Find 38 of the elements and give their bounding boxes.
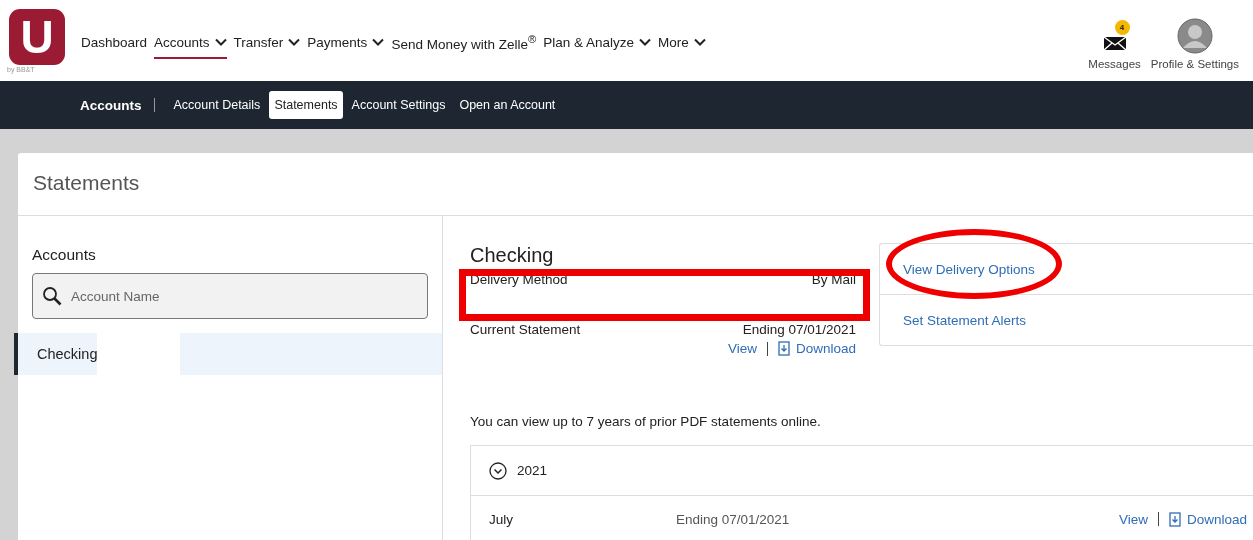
detail-value: Ending 07/01/2021 (742, 322, 856, 337)
avatar-icon (1176, 18, 1213, 54)
statement-month: July (489, 511, 514, 527)
subnav-tab[interactable]: Account Details (168, 91, 266, 119)
search-icon (42, 286, 62, 306)
logo[interactable]: U (9, 9, 65, 65)
download-icon (1168, 511, 1181, 527)
account-title: Checking (470, 244, 555, 267)
page-title: Statements (18, 153, 1253, 216)
profile-button[interactable]: Profile & Settings (1150, 18, 1239, 70)
nav-link[interactable]: Accounts (154, 33, 227, 59)
nav-link[interactable]: Dashboard (81, 33, 148, 59)
view-link[interactable]: View (1118, 511, 1148, 527)
download-link[interactable]: Download (777, 341, 856, 356)
download-link[interactable]: Download (1168, 511, 1247, 527)
statement-date: Ending 07/01/2021 (676, 511, 790, 527)
view-link[interactable]: View (727, 341, 757, 356)
nav-link[interactable]: Transfer (233, 33, 301, 59)
year-toggle[interactable]: 2021 (471, 446, 1253, 496)
download-icon (777, 341, 790, 356)
option-link[interactable]: Set Statement Alerts (880, 294, 1253, 345)
info-text: You can view up to 7 years of prior PDF statements online. (470, 414, 822, 429)
subnav-tab[interactable]: Account Settings (346, 91, 451, 119)
notification-badge: 4 (1114, 20, 1130, 35)
section-title: Accounts (80, 97, 142, 113)
subnav-tab[interactable]: Open an Account (454, 91, 561, 119)
detail-label: Current Statement (470, 322, 581, 337)
nav-link[interactable]: Plan & Analyze (543, 33, 652, 59)
option-link[interactable]: View Delivery Options (880, 244, 1253, 294)
subnav-tab[interactable]: Statements (269, 91, 343, 119)
nav-link[interactable]: More (658, 33, 706, 59)
chevron-circle-icon (489, 461, 507, 480)
account-item[interactable]: Checking (14, 333, 442, 375)
nav-link[interactable]: Payments (307, 33, 385, 59)
messages-button[interactable]: 4 Messages (1088, 18, 1141, 70)
search-field[interactable]: Account Name (32, 273, 428, 319)
sidebar-heading: Accounts (32, 246, 97, 264)
nav-link[interactable]: Send Money with Zelle$^{®}$ (391, 33, 537, 59)
